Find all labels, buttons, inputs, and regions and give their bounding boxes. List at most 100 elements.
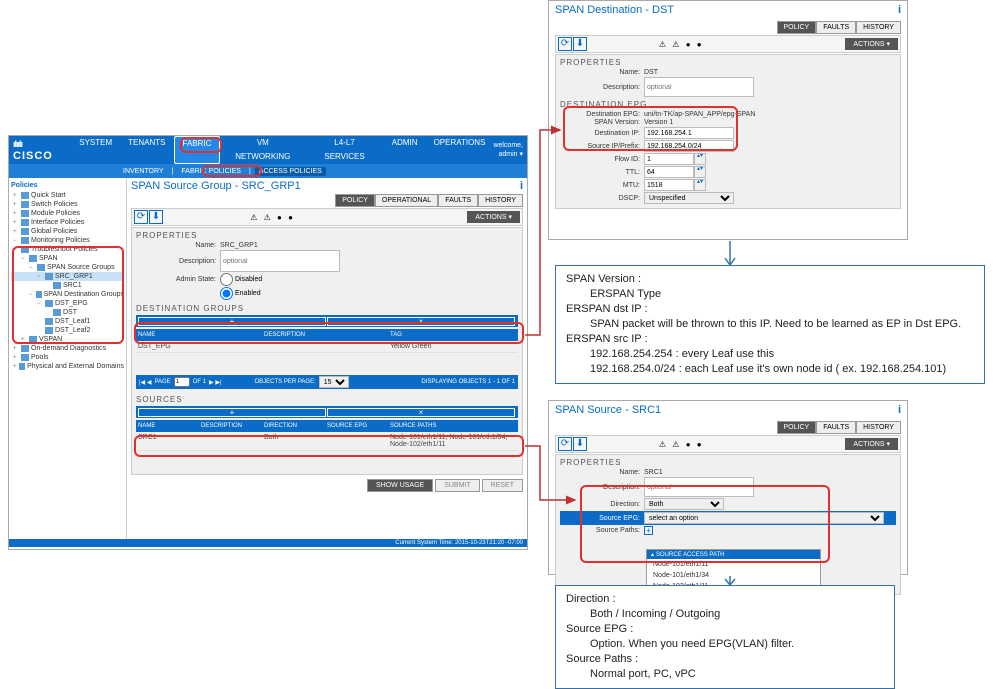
tab-operational[interactable]: OPERATIONAL xyxy=(375,194,438,207)
add-dest-icon[interactable]: + xyxy=(138,317,326,326)
dest-row[interactable]: DST_EPG Yellow Green xyxy=(136,341,518,353)
menu-tenants[interactable]: TENANTS xyxy=(120,136,173,164)
menu-vm[interactable]: VM NETWORKING xyxy=(220,136,305,164)
del-src-icon[interactable]: × xyxy=(327,408,515,417)
download-icon[interactable]: ⬇ xyxy=(149,210,163,224)
tree-item[interactable]: +Physical and External Domains xyxy=(11,362,124,371)
src-desc-input[interactable] xyxy=(644,477,754,497)
tab-history[interactable]: HISTORY xyxy=(856,421,901,434)
fault-summary-icons[interactable]: ⚠ ⚠ ● ● xyxy=(659,440,704,449)
del-dest-icon[interactable]: × xyxy=(327,317,515,326)
tree-item[interactable]: +Quick Start xyxy=(11,191,124,200)
src-title: SPAN Source - SRC1 xyxy=(555,404,661,416)
properties-header: PROPERTIES xyxy=(560,58,896,67)
dest-epg-header: DESTINATION EPG xyxy=(560,100,896,109)
show-usage-button[interactable]: SHOW USAGE xyxy=(367,479,433,492)
fault-summary-icons[interactable]: ⚠ ⚠ ● ● xyxy=(659,40,704,49)
tree-item[interactable]: DST xyxy=(11,308,124,317)
sources-header: SOURCES xyxy=(136,395,518,404)
tab-faults[interactable]: FAULTS xyxy=(816,421,856,434)
tab-policy[interactable]: POLICY xyxy=(777,421,817,434)
tab-faults[interactable]: FAULTS xyxy=(816,21,856,34)
src-name-value: SRC1 xyxy=(644,469,663,476)
tab-policy[interactable]: POLICY xyxy=(777,21,817,34)
tree-item[interactable]: −Monitoring Policies xyxy=(11,236,124,245)
welcome-user[interactable]: welcome, admin ▾ xyxy=(493,141,523,159)
src-ip-input[interactable] xyxy=(644,140,734,152)
dest-epg-value: uni/tn-TK/ap-SPAN_APP/epg-SPAN xyxy=(644,111,755,118)
page-title: SPAN Source Group - SRC_GRP1 xyxy=(131,180,301,192)
page-input[interactable] xyxy=(174,377,190,387)
path-option[interactable]: Node-101/eth1/11 xyxy=(647,559,820,570)
menu-operations[interactable]: OPERATIONS xyxy=(426,136,494,164)
tab-history[interactable]: HISTORY xyxy=(478,194,523,207)
tab-history[interactable]: HISTORY xyxy=(856,21,901,34)
tree-item[interactable]: −SPAN Destination Groups xyxy=(11,290,124,299)
sub-access-policies[interactable]: ACCESS POLICIES xyxy=(255,167,326,176)
tree-item[interactable]: −DST_EPG xyxy=(11,299,124,308)
stepper-icon[interactable]: ▴▾ xyxy=(694,153,706,165)
submit-button[interactable]: SUBMIT xyxy=(435,479,479,492)
tree-item[interactable]: +VSPAN xyxy=(11,335,124,344)
menu-system[interactable]: SYSTEM xyxy=(71,136,120,164)
sub-inventory[interactable]: INVENTORY xyxy=(119,167,168,176)
dest-ip-input[interactable] xyxy=(644,127,734,139)
refresh-icon[interactable]: ⟳ xyxy=(558,437,572,451)
tree-item[interactable]: −SPAN xyxy=(11,254,124,263)
ttl-input[interactable] xyxy=(644,166,694,178)
tree-item[interactable]: +Pools xyxy=(11,353,124,362)
tree-item[interactable]: −SRC_GRP1 xyxy=(11,272,124,281)
admin-enabled-radio[interactable] xyxy=(220,287,233,300)
menu-l4l7[interactable]: L4-L7 SERVICES xyxy=(305,136,384,164)
refresh-icon[interactable]: ⟳ xyxy=(134,210,148,224)
menu-admin[interactable]: ADMIN xyxy=(384,136,426,164)
tab-faults[interactable]: FAULTS xyxy=(438,194,478,207)
dest-groups-header: DESTINATION GROUPS xyxy=(136,304,518,313)
direction-select[interactable]: Both xyxy=(644,498,724,510)
description-input[interactable] xyxy=(220,250,340,272)
path-option[interactable]: Node-101/eth1/34 xyxy=(647,570,820,581)
add-src-icon[interactable]: + xyxy=(138,408,326,417)
fault-summary-icons[interactable]: ⚠ ⚠ ● ● xyxy=(250,213,295,222)
refresh-icon[interactable]: ⟳ xyxy=(558,37,572,51)
tree-item[interactable]: +Interface Policies xyxy=(11,218,124,227)
tree-item[interactable]: +Global Policies xyxy=(11,227,124,236)
name-label: Name: xyxy=(136,242,216,249)
tree-item[interactable]: DST_Leaf2 xyxy=(11,326,124,335)
properties-header: PROPERTIES xyxy=(136,231,518,240)
src-row[interactable]: SRC1 Both Node-101/eth1/11, Node-101/eth… xyxy=(136,432,518,451)
info-icon[interactable]: i xyxy=(898,4,901,16)
src-window: SPAN Source - SRC1 i POLICY FAULTS HISTOR… xyxy=(548,400,908,575)
tab-policy[interactable]: POLICY xyxy=(335,194,375,207)
source-epg-select[interactable]: select an option xyxy=(644,512,884,524)
mtu-input[interactable] xyxy=(644,179,694,191)
tree-item[interactable]: SRC1 xyxy=(11,281,124,290)
tree-item[interactable]: −Troubleshoot Policies xyxy=(11,245,124,254)
info-icon[interactable]: i xyxy=(898,404,901,416)
tree-item[interactable]: +Module Policies xyxy=(11,209,124,218)
sidebar-header: Policies xyxy=(11,180,124,191)
tree-item[interactable]: −SPAN Source Groups xyxy=(11,263,124,272)
admin-disabled-radio[interactable] xyxy=(220,273,233,286)
stepper-icon[interactable]: ▴▾ xyxy=(694,179,706,191)
actions-button[interactable]: ACTIONS ▾ xyxy=(845,438,898,450)
menu-fabric[interactable]: FABRIC xyxy=(174,136,221,164)
admin-label: Admin State: xyxy=(136,276,216,283)
download-icon[interactable]: ⬇ xyxy=(573,37,587,51)
info-icon[interactable]: i xyxy=(520,180,523,192)
tree-item[interactable]: +On-demand Diagnostics xyxy=(11,344,124,353)
annotation-dst: SPAN Version : ERSPAN Type ERSPAN dst IP… xyxy=(555,265,985,384)
dst-desc-input[interactable] xyxy=(644,77,754,97)
objects-per-page[interactable]: 15 xyxy=(319,376,349,388)
stepper-icon[interactable]: ▴▾ xyxy=(694,166,706,178)
flow-input[interactable] xyxy=(644,153,694,165)
actions-button[interactable]: ACTIONS ▾ xyxy=(845,38,898,50)
actions-button[interactable]: ACTIONS ▾ xyxy=(467,211,520,223)
reset-button[interactable]: RESET xyxy=(482,479,523,492)
tree-item[interactable]: +Switch Policies xyxy=(11,200,124,209)
download-icon[interactable]: ⬇ xyxy=(573,437,587,451)
tree-item[interactable]: DST_Leaf1 xyxy=(11,317,124,326)
add-path-icon[interactable]: + xyxy=(644,526,653,535)
sub-fabric-policies[interactable]: FABRIC POLICIES xyxy=(177,167,245,176)
dscp-select[interactable]: Unspecified xyxy=(644,192,734,204)
